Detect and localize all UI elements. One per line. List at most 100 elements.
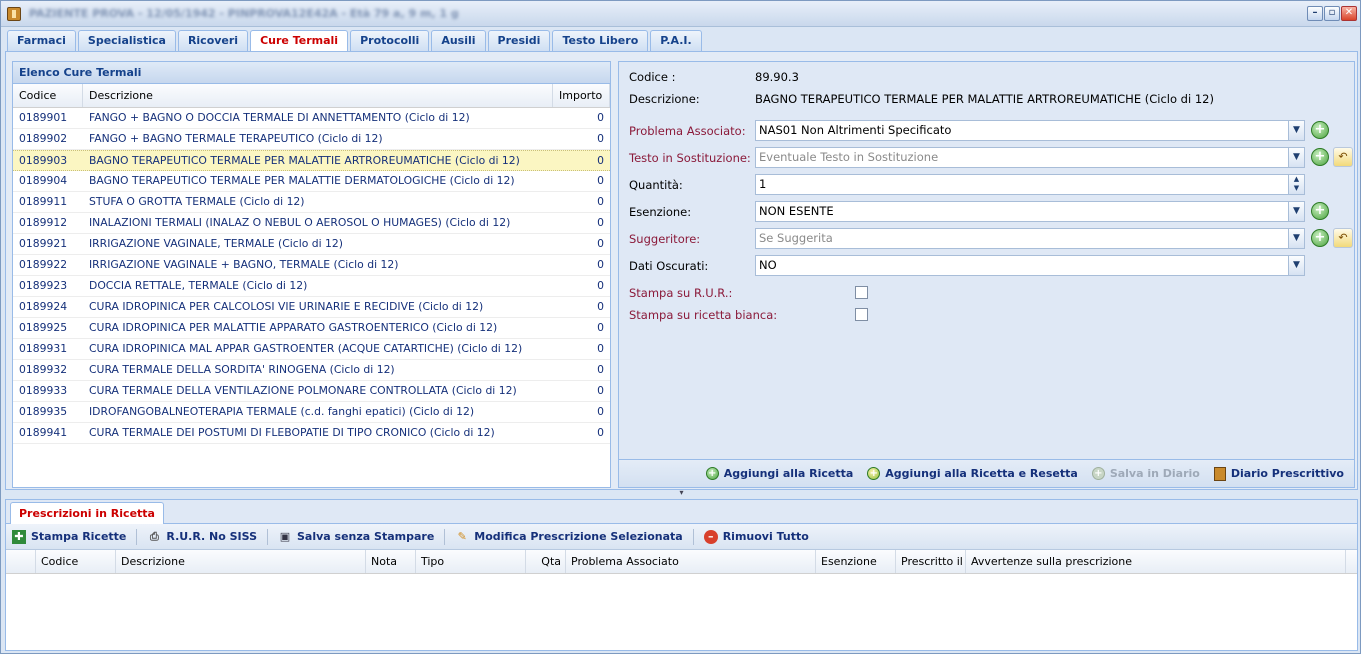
col-esenzione[interactable]: Esenzione [816, 550, 896, 573]
grid-title: Elenco Cure Termali [13, 62, 610, 84]
col-problema[interactable]: Problema Associato [566, 550, 816, 573]
cell-importo: 0 [597, 384, 604, 397]
table-row[interactable]: 0189925 CURA IDROPINICA PER MALATTIE APPA… [13, 318, 610, 339]
spinner-arrows-icon[interactable]: ▲ ▼ [1288, 175, 1304, 194]
cell-codice: 0189935 [19, 405, 68, 418]
table-row[interactable]: 0189931 CURA IDROPINICA MAL APPAR GASTROE… [13, 339, 610, 360]
undo-testo-icon[interactable]: ↶ [1333, 147, 1353, 167]
cell-codice: 0189932 [19, 363, 68, 376]
tab-ausili[interactable]: Ausili [431, 30, 486, 51]
cell-importo: 0 [597, 405, 604, 418]
table-row[interactable]: 0189911 STUFA O GROTTA TERMALE (Ciclo di … [13, 192, 610, 213]
splitter-handle[interactable]: ▾ [5, 489, 1358, 498]
problema-combo[interactable]: NAS01 Non Altrimenti Specificato ▼ [755, 120, 1305, 141]
table-row[interactable]: 0189903 BAGNO TERAPEUTICO TERMALE PER MAL… [13, 150, 610, 171]
tab-pai[interactable]: P.A.I. [650, 30, 702, 51]
cell-importo: 0 [597, 321, 604, 334]
cell-descrizione: CURA TERMALE DEI POSTUMI DI FLEBOPATIE D… [89, 426, 495, 439]
table-row[interactable]: 0189901 FANGO + BAGNO O DOCCIA TERMALE DI… [13, 108, 610, 129]
esenzione-row: Esenzione: NON ESENTE ▼ + [625, 201, 1345, 223]
oscurati-combo[interactable]: NO ▼ [755, 255, 1305, 276]
title-bar: PAZIENTE PROVA - 12/05/1942 - PINPROVA12… [1, 1, 1360, 27]
chevron-down-icon[interactable]: ▼ [1288, 202, 1304, 221]
col-descrizione[interactable]: Descrizione [116, 550, 366, 573]
cell-importo: 0 [597, 195, 604, 208]
col-descrizione[interactable]: Descrizione [83, 84, 553, 107]
aggiungi-ricetta-button[interactable]: + Aggiungi alla Ricetta [705, 467, 853, 480]
table-row[interactable]: 0189922 IRRIGAZIONE VAGINALE + BAGNO, TER… [13, 255, 610, 276]
col-select[interactable] [6, 550, 36, 573]
cell-descrizione: CURA IDROPINICA PER MALATTIE APPARATO GA… [89, 321, 498, 334]
chevron-down-icon[interactable]: ▼ [1288, 121, 1304, 140]
tab-ricoveri[interactable]: Ricoveri [177, 30, 249, 51]
col-tipo[interactable]: Tipo [416, 550, 526, 573]
plus-reset-icon: + [867, 467, 881, 480]
stampa-ricette-button[interactable]: ✚ Stampa Ricette [12, 529, 126, 544]
table-row[interactable]: 0189932 CURA TERMALE DELLA SORDITA' RINOG… [13, 360, 610, 381]
pencil-icon: ✎ [457, 529, 467, 543]
rur-no-siss-button[interactable]: ⎙ R.U.R. No SISS [147, 530, 257, 544]
tab-testo-libero[interactable]: Testo Libero [552, 30, 649, 51]
col-codice[interactable]: Codice [13, 84, 83, 107]
col-avvertenze[interactable]: Avvertenze sulla prescrizione [966, 550, 1346, 573]
bianca-checkbox[interactable] [855, 308, 868, 321]
quantita-spinner[interactable]: 1 ▲ ▼ [755, 174, 1305, 195]
tab-cure-termali[interactable]: Cure Termali [250, 30, 349, 52]
restore-button[interactable]: ▫ [1324, 6, 1340, 21]
diario-prescrittivo-button[interactable]: Diario Prescrittivo [1213, 466, 1344, 481]
cell-codice: 0189923 [19, 279, 68, 292]
print-icon: ✚ [12, 529, 26, 544]
tab-farmaci[interactable]: Farmaci [7, 30, 76, 51]
tab-presidi[interactable]: Presidi [487, 30, 551, 51]
undo-suggeritore-icon[interactable]: ↶ [1333, 228, 1353, 248]
aggiungi-resetta-button[interactable]: + Aggiungi alla Ricetta e Resetta [867, 467, 1078, 480]
add-suggeritore-icon[interactable]: + [1311, 229, 1329, 247]
cell-importo: 0 [597, 174, 604, 187]
cell-codice: 0189911 [19, 195, 68, 208]
col-codice[interactable]: Codice [36, 550, 116, 573]
window-title: PAZIENTE PROVA - 12/05/1942 - PINPROVA12… [29, 7, 459, 20]
codice-label: Codice : [629, 70, 676, 84]
cell-descrizione: STUFA O GROTTA TERMALE (Ciclo di 12) [89, 195, 305, 208]
cure-termali-grid: Elenco Cure Termali Codice Descrizione I… [12, 61, 611, 488]
table-row[interactable]: 0189923 DOCCIA RETTALE, TERMALE (Ciclo di… [13, 276, 610, 297]
suggeritore-combo[interactable]: Se Suggerita ▼ [755, 228, 1305, 249]
salva-diario-button[interactable]: + Salva in Diario [1091, 467, 1200, 480]
table-row[interactable]: 0189933 CURA TERMALE DELLA VENTILAZIONE P… [13, 381, 610, 402]
cell-codice: 0189931 [19, 342, 68, 355]
salva-senza-stampare-button[interactable]: ▣ Salva senza Stampare [278, 530, 434, 544]
cell-descrizione: CURA TERMALE DELLA SORDITA' RINOGENA (Ci… [89, 363, 395, 376]
col-qta[interactable]: Qta [526, 550, 566, 573]
table-row[interactable]: 0189941 CURA TERMALE DEI POSTUMI DI FLEBO… [13, 423, 610, 444]
add-esenzione-icon[interactable]: + [1311, 202, 1329, 220]
col-prescritto[interactable]: Prescritto il [896, 550, 966, 573]
rur-checkbox[interactable] [855, 286, 868, 299]
tab-protocolli[interactable]: Protocolli [350, 30, 430, 51]
cell-descrizione: FANGO + BAGNO TERMALE TERAPEUTICO (Ciclo… [89, 132, 383, 145]
table-row[interactable]: 0189902 FANGO + BAGNO TERMALE TERAPEUTICO… [13, 129, 610, 150]
cell-descrizione: CURA IDROPINICA MAL APPAR GASTROENTER (A… [89, 342, 523, 355]
table-row[interactable]: 0189924 CURA IDROPINICA PER CALCOLOSI VIE… [13, 297, 610, 318]
table-row[interactable]: 0189912 INALAZIONI TERMALI (INALAZ O NEBU… [13, 213, 610, 234]
add-problema-icon[interactable]: + [1311, 121, 1329, 139]
cell-codice: 0189912 [19, 216, 68, 229]
chevron-down-icon[interactable]: ▼ [1288, 148, 1304, 167]
chevron-down-icon[interactable]: ▼ [1288, 229, 1304, 248]
chevron-down-icon[interactable]: ▼ [1288, 256, 1304, 275]
add-testo-icon[interactable]: + [1311, 148, 1329, 166]
modifica-prescrizione-button[interactable]: ✎ Modifica Prescrizione Selezionata [455, 529, 683, 544]
minimize-button[interactable]: – [1307, 6, 1323, 21]
col-nota[interactable]: Nota [366, 550, 416, 573]
tab-prescrizioni-ricetta[interactable]: Prescrizioni in Ricetta [10, 502, 164, 524]
table-row[interactable]: 0189904 BAGNO TERAPEUTICO TERMALE PER MAL… [13, 171, 610, 192]
table-row[interactable]: 0189935 IDROFANGOBALNEOTERAPIA TERMALE (c… [13, 402, 610, 423]
table-row[interactable]: 0189921 IRRIGAZIONE VAGINALE, TERMALE (Ci… [13, 234, 610, 255]
rimuovi-tutto-button[interactable]: – Rimuovi Tutto [703, 529, 809, 544]
col-importo[interactable]: Importo [553, 84, 610, 107]
oscurati-row: Dati Oscurati: NO ▼ [625, 255, 1345, 277]
testo-combo[interactable]: Eventuale Testo in Sostituzione ▼ [755, 147, 1305, 168]
rur-row: Stampa su R.U.R.: [625, 284, 1345, 302]
close-button[interactable]: ✕ [1341, 6, 1357, 21]
esenzione-combo[interactable]: NON ESENTE ▼ [755, 201, 1305, 222]
tab-specialistica[interactable]: Specialistica [77, 30, 176, 51]
